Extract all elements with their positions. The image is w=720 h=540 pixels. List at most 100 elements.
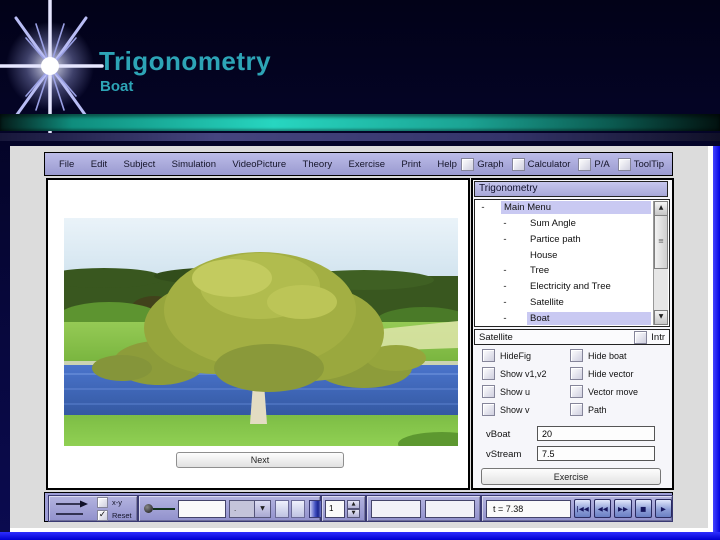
playback-segment: t = 7.38 |◀◀ ◀◀ ▶▶ ■ ▶ [481, 495, 673, 522]
show-v-label: Show v [500, 404, 530, 415]
vector-move-checkbox[interactable] [570, 385, 583, 398]
graph-toggle-label: Graph [477, 158, 504, 170]
tree-item-sum-angle[interactable]: - Sum Angle [475, 216, 653, 232]
dropdown-value: . [234, 504, 237, 513]
hide-vector-checkbox[interactable] [570, 367, 583, 380]
tree-dash: - [503, 312, 507, 324]
tree-label: Boat [527, 311, 651, 325]
menu-item-exercise[interactable]: Exercise [349, 159, 385, 170]
menu-bar: File Edit Subject Simulation VideoPictur… [44, 152, 673, 176]
tree-item-main-menu[interactable]: - Main Menu [475, 200, 653, 216]
vboat-field[interactable] [537, 426, 655, 441]
dropdown-arrow-icon[interactable]: ▼ [254, 500, 270, 517]
tooltip-checkbox[interactable] [617, 157, 631, 171]
path-checkbox[interactable] [570, 403, 583, 416]
vector-move-label: Vector move [588, 386, 639, 397]
show-v1v2-checkbox[interactable] [482, 367, 495, 380]
tree-label: Sum Angle [530, 218, 576, 230]
photo-tree-lake [64, 218, 458, 446]
path-label: Path [588, 404, 607, 415]
rewind-button[interactable]: ◀◀ [594, 499, 612, 518]
show-v1v2-label: Show v1,v2 [500, 368, 547, 379]
tooltip-toggle-label: ToolTip [633, 158, 664, 170]
slider-knob[interactable] [144, 504, 153, 513]
exercise-button[interactable]: Exercise [481, 468, 661, 485]
graph-checkbox[interactable] [461, 157, 475, 171]
hide-boat-checkbox[interactable] [570, 349, 583, 362]
toolbar-button-1[interactable] [275, 499, 289, 518]
tree-scrollbar[interactable]: ▲ ≡ ▼ [653, 201, 668, 325]
reset-checkbox[interactable]: ✓ [97, 509, 108, 521]
vector-options-segment: x-y ✓ Reset [48, 495, 138, 522]
tree-dash: - [481, 202, 485, 214]
scroll-down-icon[interactable]: ▼ [654, 310, 668, 325]
menu-item-subject[interactable]: Subject [124, 159, 156, 170]
tree-label: House [530, 249, 558, 261]
tree-item-tree[interactable]: - Tree [475, 263, 653, 279]
mode-dropdown[interactable]: . ▼ [229, 499, 271, 518]
tree-dash: - [503, 265, 507, 277]
show-u-label: Show u [500, 386, 531, 397]
calculator-toggle-label: Calculator [527, 158, 571, 170]
menu-toggles: Graph Calculator P/A ToolTip [461, 157, 664, 171]
tree-label: Satellite [530, 296, 564, 308]
step-spinner-input[interactable] [325, 499, 345, 518]
fast-forward-button[interactable]: ▶▶ [614, 499, 632, 518]
simulation-toolbar: x-y ✓ Reset . ▼ ▲ ▼ t = 7.38 |◀◀ ◀◀ ▶▶ ■ … [44, 492, 673, 522]
topic-tree: - Main Menu - Sum Angle - Partice path Hous… [474, 199, 670, 327]
skip-start-button[interactable]: |◀◀ [573, 499, 592, 518]
spinner-up-icon[interactable]: ▲ [347, 499, 360, 509]
menu-item-help[interactable]: Help [437, 159, 457, 170]
speed-value-box[interactable] [178, 499, 226, 518]
show-u-checkbox[interactable] [482, 385, 495, 398]
reset-label: Reset [112, 510, 132, 520]
vboat-label: vBoat [486, 429, 511, 440]
tree-label: Partice path [530, 233, 581, 245]
tree-label: Electricity and Tree [530, 281, 611, 293]
spinner-down-icon[interactable]: ▼ [347, 508, 360, 518]
tree-item-satellite[interactable]: - Satellite [475, 295, 653, 311]
menu-item-simulation[interactable]: Simulation [172, 159, 216, 170]
toolbar-button-2[interactable] [291, 499, 305, 518]
slider-track[interactable] [153, 507, 175, 510]
teal-divider-band [0, 114, 720, 131]
readout-box-2 [425, 499, 475, 518]
xy-label: x-y [112, 497, 122, 507]
hide-vector-label: Hide vector [588, 368, 634, 379]
vector-arrow-icon[interactable] [53, 499, 91, 519]
xy-checkbox[interactable] [97, 496, 108, 508]
stop-button[interactable]: ■ [634, 499, 652, 518]
readout-segment [366, 495, 481, 522]
tree-item-house[interactable]: House [475, 247, 653, 263]
intr-checkbox[interactable] [634, 330, 648, 344]
vstream-field[interactable] [537, 446, 655, 461]
section-title: Satellite [479, 331, 513, 343]
pa-checkbox[interactable] [578, 157, 592, 171]
tree-item-boat[interactable]: - Boat [475, 310, 653, 326]
bottom-blue-accent [0, 532, 720, 540]
menu-item-edit[interactable]: Edit [91, 159, 107, 170]
tree-dash: - [503, 281, 507, 293]
menu-item-print[interactable]: Print [401, 159, 421, 170]
step-spinner-segment: ▲ ▼ [321, 495, 366, 522]
menu-item-theory[interactable]: Theory [303, 159, 333, 170]
hide-boat-label: Hide boat [588, 350, 627, 361]
tree-item-electricity-and-tree[interactable]: - Electricity and Tree [475, 279, 653, 295]
check-icon: ✓ [98, 509, 107, 520]
scroll-thumb[interactable]: ≡ [654, 215, 668, 269]
play-button[interactable]: ▶ [654, 499, 672, 518]
intr-label: Intr [651, 331, 665, 343]
tree-dash: - [503, 218, 507, 230]
hidefig-checkbox[interactable] [482, 349, 495, 362]
next-button[interactable]: Next [176, 452, 344, 468]
calculator-checkbox[interactable] [511, 157, 525, 171]
menu-item-file[interactable]: File [59, 159, 74, 170]
show-v-checkbox[interactable] [482, 403, 495, 416]
tree-label: Tree [530, 265, 550, 277]
vstream-label: vStream [486, 449, 522, 460]
satellite-section-header: Satellite Intr [474, 329, 670, 345]
option-checkboxes: HideFig Hide boat Show v1,v2 Hide vector… [482, 349, 666, 424]
menu-item-videopicture[interactable]: VideoPicture [232, 159, 286, 170]
tree-item-partice-path[interactable]: - Partice path [475, 232, 653, 248]
scroll-up-icon[interactable]: ▲ [654, 201, 668, 216]
